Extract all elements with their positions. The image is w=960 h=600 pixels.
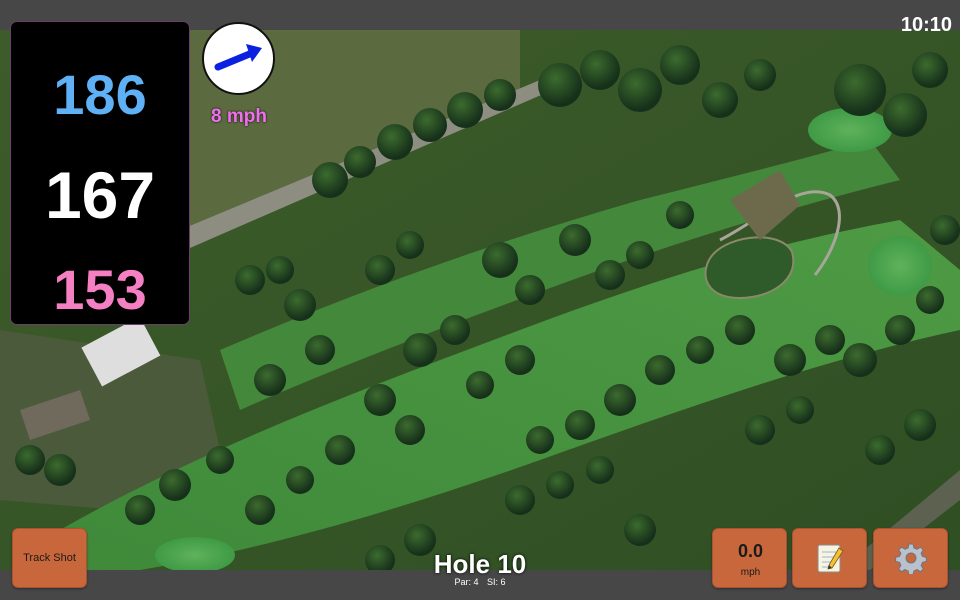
speed-value: 0.0 — [737, 541, 764, 561]
distance-panel[interactable]: 186 167 153 — [11, 22, 189, 324]
wind-arrow-icon — [214, 44, 262, 71]
wind-speed-label: 8 mph — [211, 106, 267, 127]
wind-indicator[interactable] — [202, 22, 275, 95]
hole-info: Par: 4 SI: 6 — [380, 577, 580, 587]
hole-title: Hole 10 — [433, 549, 527, 579]
clock: 10:10 — [900, 14, 952, 36]
speed-button[interactable]: 0.0 mph — [712, 528, 787, 588]
speed-unit: mph — [740, 567, 761, 578]
hole-par: Par: 4 — [454, 577, 479, 587]
app-root: 10:10 186 167 153 8 mph Track Shot Hole … — [0, 0, 960, 600]
settings-button[interactable] — [873, 528, 948, 588]
gear-icon — [894, 543, 927, 574]
track-shot-label: Track Shot — [23, 552, 76, 564]
notes-button[interactable] — [792, 528, 867, 588]
center-distance: 167 — [44, 158, 156, 232]
hole-stroke-index: SI: 6 — [487, 577, 506, 587]
back-distance: 186 — [53, 63, 147, 126]
front-distance: 153 — [53, 258, 147, 321]
track-shot-button[interactable]: Track Shot — [12, 528, 87, 588]
notepad-icon — [817, 544, 844, 573]
